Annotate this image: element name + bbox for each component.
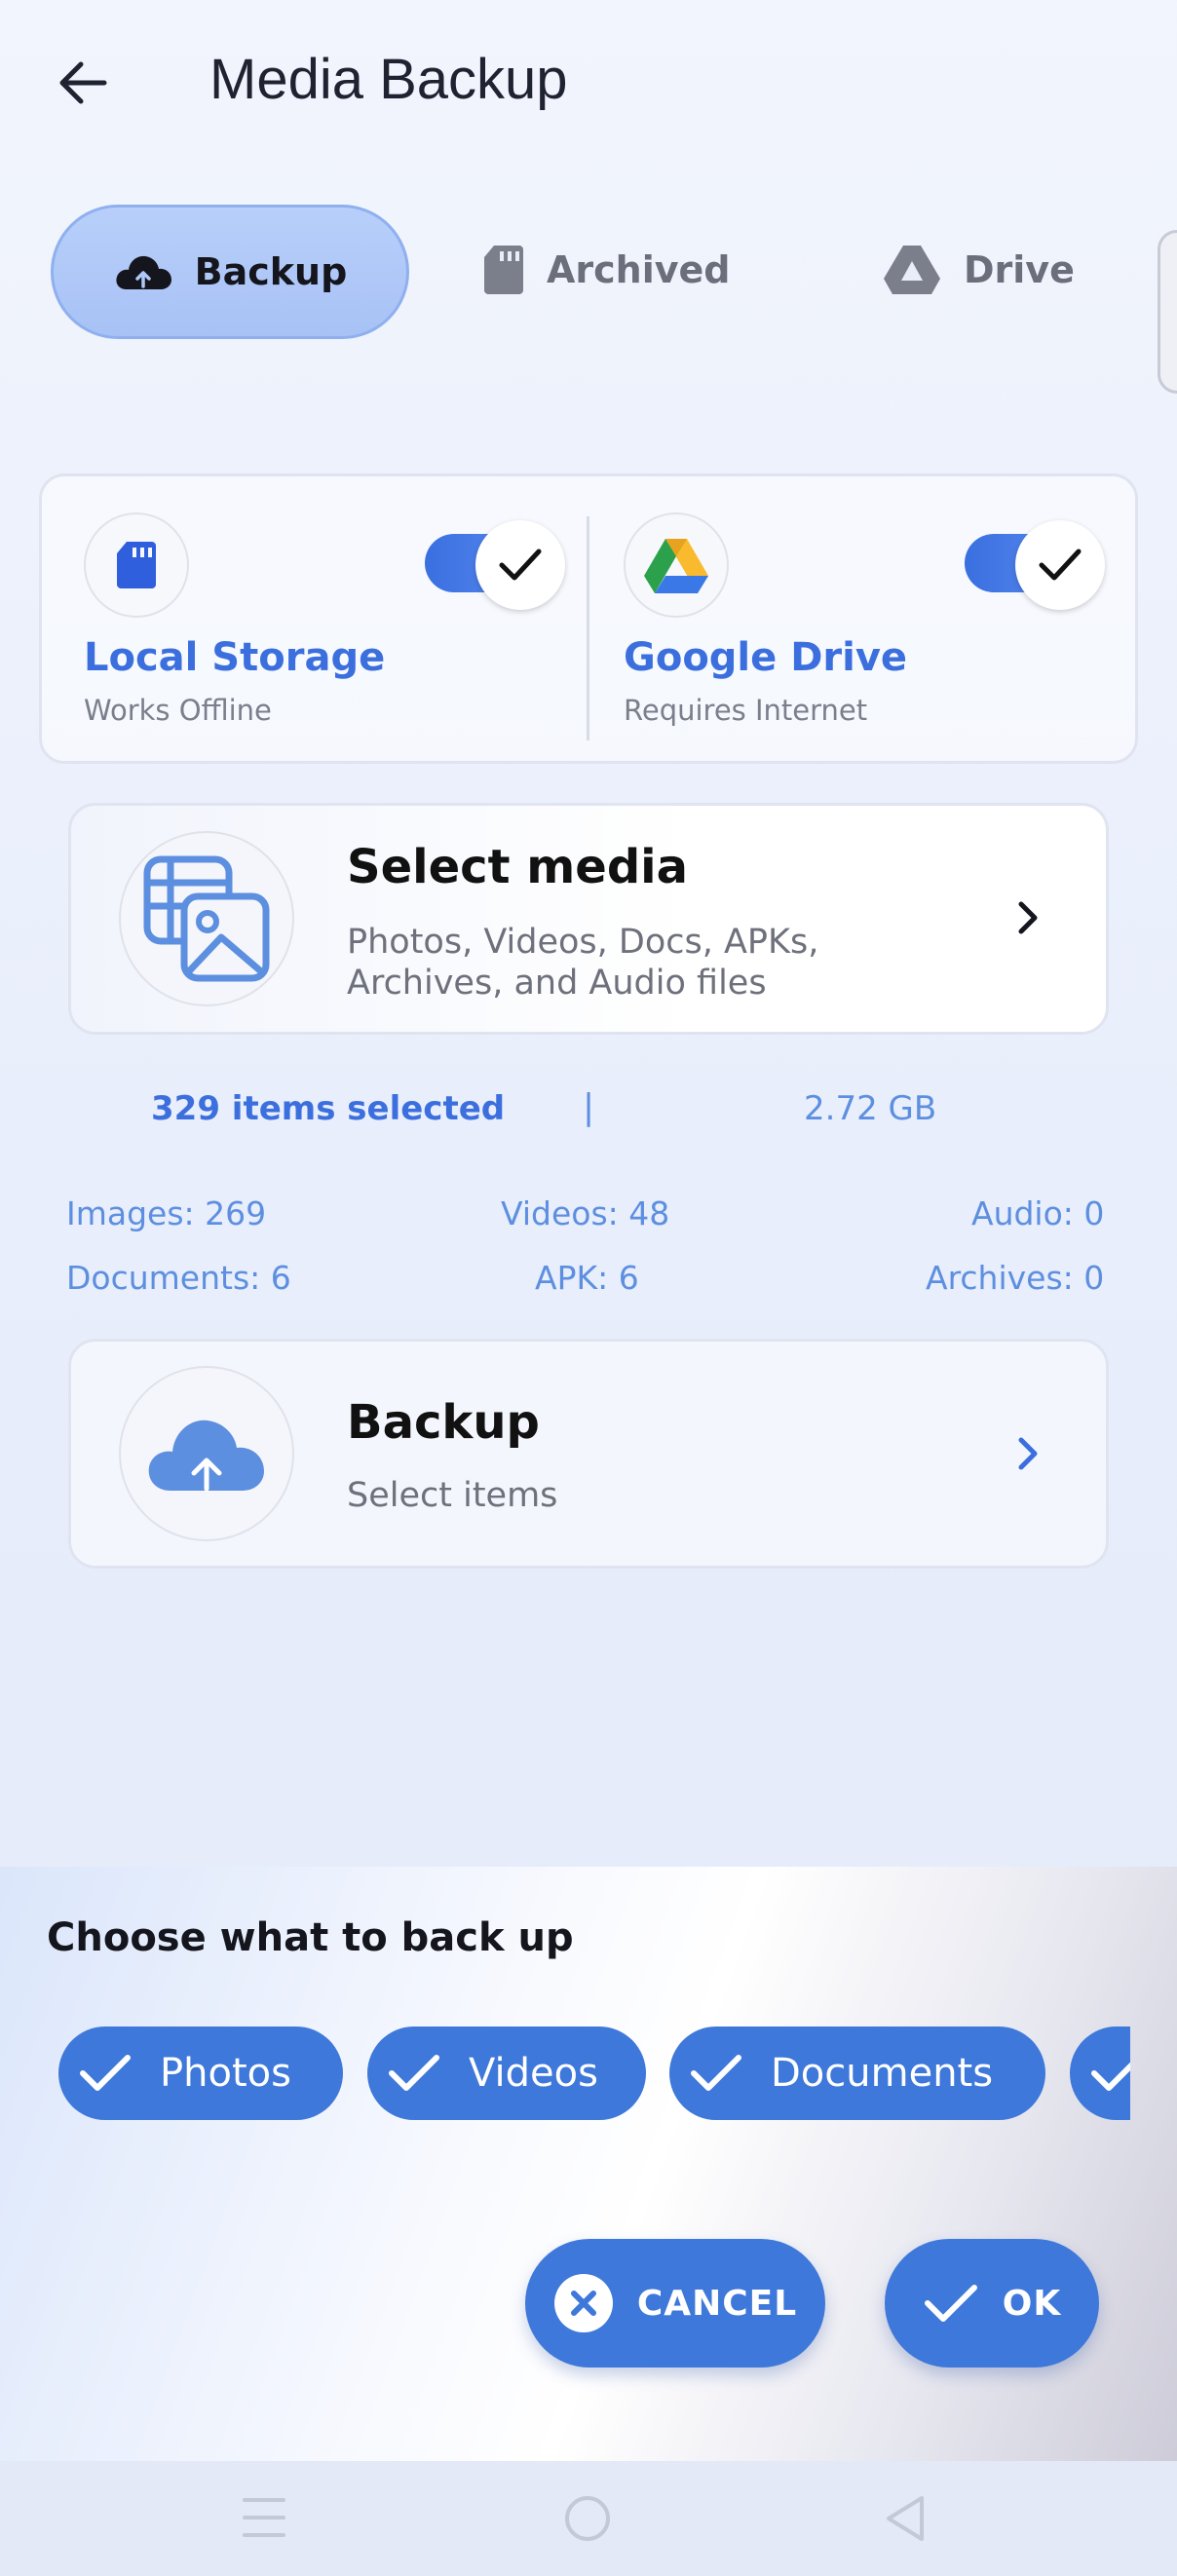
stat-archives: Archives: 0 [926,1259,1105,1297]
chip-videos[interactable]: Videos [367,2027,646,2120]
chip-documents[interactable]: Documents [669,2027,1045,2120]
check-icon [1091,2062,1130,2091]
stat-videos: Videos: 48 [501,1194,670,1232]
side-handle[interactable] [1158,230,1177,394]
check-icon [924,2285,977,2322]
selected-count: 329 items selected [151,1089,506,1128]
drive-icon [884,246,940,294]
back-nav-icon[interactable] [883,2494,928,2543]
sheet-title: Choose what to back up [47,1915,574,1960]
local-storage-toggle[interactable] [425,520,590,610]
menu-icon[interactable] [242,2496,286,2539]
check-icon [80,2055,131,2091]
sd-card-icon [484,246,523,294]
tab-backup[interactable]: Backup [51,205,409,339]
stat-documents: Documents: 6 [66,1259,291,1297]
cancel-label: CANCEL [636,2283,798,2324]
cloud-upload-icon [116,255,171,289]
backup-icon-wrap [119,1366,294,1541]
select-media-subtitle-2: Archives, and Audio files [347,964,767,1003]
google-drive-toggle[interactable] [965,520,1130,610]
tab-backup-label: Backup [194,250,348,293]
tab-archived-label: Archived [547,248,731,291]
google-drive-subtitle: Requires Internet [624,694,868,727]
cloud-upload-icon [148,1420,264,1492]
select-media-subtitle-1: Photos, Videos, Docs, APKs, [347,923,819,962]
check-icon [1039,549,1082,581]
stat-audio: Audio: 0 [971,1194,1105,1232]
media-icon-wrap [119,831,294,1006]
sd-card-icon [117,542,156,588]
check-icon [691,2055,741,2091]
home-icon[interactable] [563,2494,612,2543]
check-icon [499,549,542,581]
google-drive-title: Google Drive [624,635,908,680]
local-storage-subtitle: Works Offline [84,694,272,727]
stat-apk: APK: 6 [535,1259,639,1297]
page-title: Media Backup [209,48,568,111]
media-gallery-icon [143,855,270,982]
ok-button[interactable]: OK [885,2239,1099,2368]
local-storage-icon-wrap [84,512,189,618]
stat-images: Images: 269 [66,1194,267,1232]
chip-photos[interactable]: Photos [58,2027,343,2120]
tab-drive-label: Drive [964,248,1075,291]
selection-separator: | [583,1087,595,1127]
tab-archived[interactable]: Archived [482,244,731,296]
chip-videos-label: Videos [469,2051,598,2096]
back-button[interactable] [39,39,127,127]
backup-title: Backup [347,1395,540,1450]
chevron-right-icon [1018,901,1038,934]
local-storage-title: Local Storage [84,635,386,680]
tab-drive[interactable]: Drive [882,244,1075,296]
google-drive-icon [644,539,708,593]
chip-photos-label: Photos [160,2051,291,2096]
backup-subtitle: Select items [347,1476,558,1515]
ok-label: OK [1002,2283,1062,2324]
chip-documents-label: Documents [771,2051,994,2096]
cancel-button[interactable]: CANCEL [525,2239,825,2368]
chip-more[interactable] [1070,2027,1130,2120]
chip-row[interactable]: Photos Videos Documents [0,2027,1130,2120]
selected-size: 2.72 GB [804,1089,937,1128]
select-media-title: Select media [347,840,689,894]
check-icon [389,2055,439,2091]
google-drive-icon-wrap [624,512,729,618]
close-circle-icon [553,2274,613,2332]
chevron-right-icon [1018,1437,1038,1470]
arrow-left-icon [59,61,107,104]
